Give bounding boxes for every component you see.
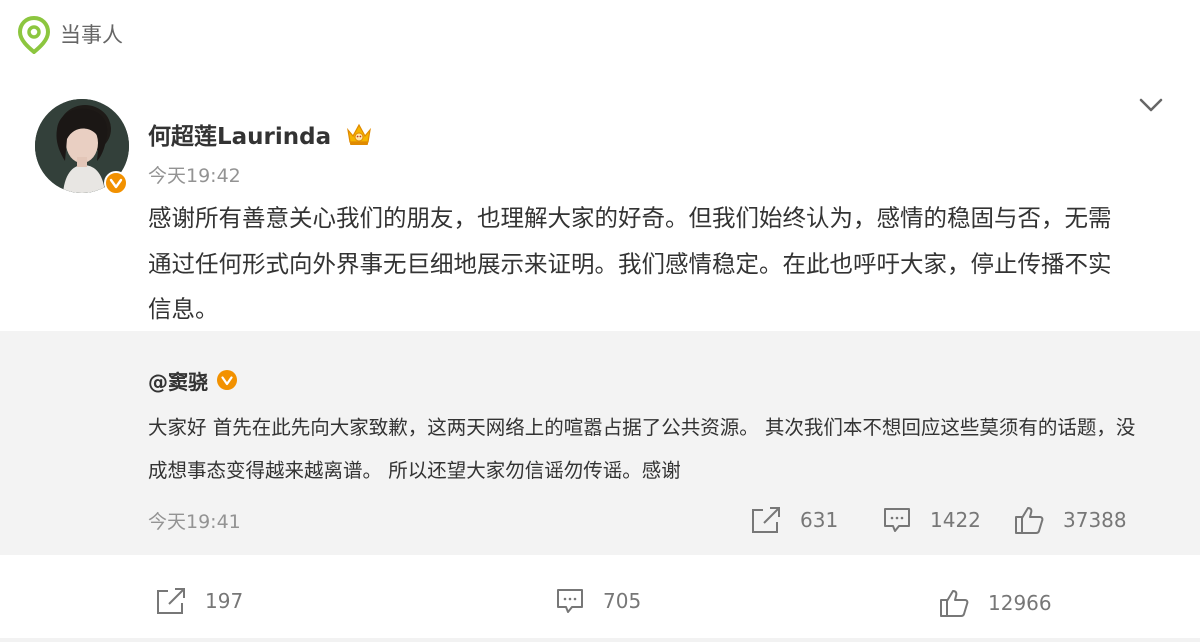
post-text: 感谢所有善意关心我们的朋友，也理解大家的好奇。但我们始终认为，感情的稳固与否，无…: [148, 204, 1112, 323]
share-button[interactable]: 197: [155, 586, 243, 616]
like-button[interactable]: 12966: [938, 588, 1052, 618]
share-icon: [752, 507, 780, 533]
quoted-share-button[interactable]: 631: [750, 505, 838, 535]
like-icon: [1015, 507, 1044, 534]
location-pin-icon: [18, 16, 50, 54]
quoted-share-count: 631: [800, 508, 839, 532]
quoted-like-count: 37388: [1063, 508, 1127, 532]
quoted-text: 大家好 首先在此先向大家致歉，这两天网络上的喧嚣占据了公共资源。 其次我们本不想…: [148, 416, 1136, 482]
post-time[interactable]: 今天19:42: [148, 161, 241, 188]
share-icon: [157, 588, 185, 614]
topic-label: 当事人: [60, 23, 123, 47]
verified-badge-icon: [217, 370, 237, 390]
comment-button[interactable]: 705: [555, 586, 641, 616]
chevron-down-icon[interactable]: [1138, 92, 1164, 118]
quoted-like-button[interactable]: 37388: [1013, 505, 1127, 535]
post-author: 何超莲Laurinda: [148, 114, 373, 154]
verified-badge-icon: [104, 171, 128, 195]
quoted-comment-count: 1422: [930, 508, 981, 532]
quoted-author-name[interactable]: @窦骁: [148, 366, 208, 395]
author-name[interactable]: 何超莲Laurinda: [148, 117, 331, 151]
divider: [0, 638, 1200, 642]
topic-header: 当事人: [18, 16, 123, 54]
quoted-author: @窦骁: [148, 365, 238, 395]
quoted-comment-button[interactable]: 1422: [882, 505, 981, 535]
comment-count: 705: [603, 589, 642, 613]
comment-icon: [884, 508, 910, 532]
crown-badge-icon[interactable]: [345, 120, 373, 148]
comment-icon: [557, 589, 583, 613]
like-count: 12966: [988, 591, 1052, 615]
quoted-time[interactable]: 今天19:41: [148, 507, 241, 534]
share-count: 197: [205, 589, 244, 613]
like-icon: [940, 590, 969, 617]
